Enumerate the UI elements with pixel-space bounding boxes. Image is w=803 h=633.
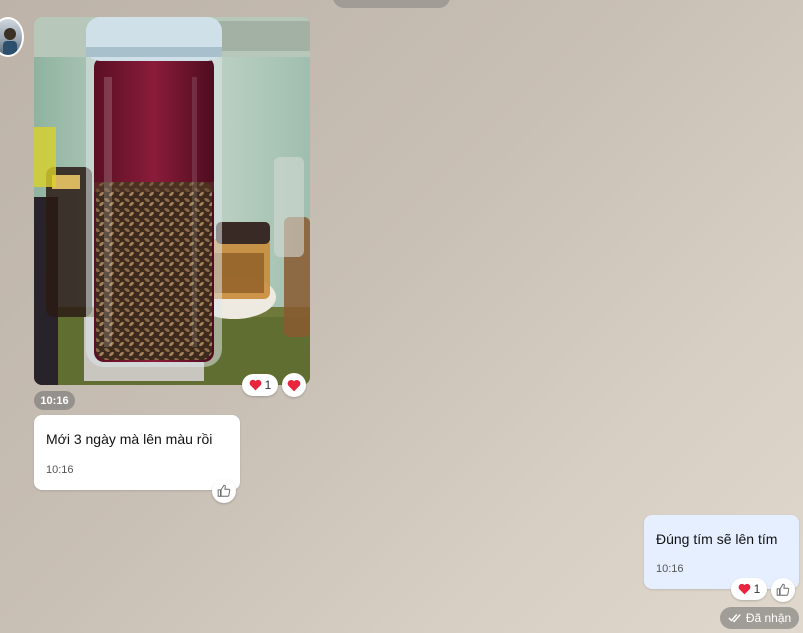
date-divider-pill (333, 0, 450, 8)
incoming-like-button[interactable] (212, 479, 236, 503)
incoming-message-bubble[interactable]: Mới 3 ngày mà lên màu rồi 10:16 (34, 415, 240, 490)
image-reaction-summary[interactable]: 1 (242, 374, 278, 396)
person-icon (3, 28, 17, 55)
photo-content (34, 17, 310, 385)
reaction-count: 1 (753, 582, 761, 596)
image-react-button[interactable] (282, 373, 306, 397)
message-time: 10:16 (46, 464, 74, 476)
outgoing-message-bubble[interactable]: Đúng tím sẽ lên tím 10:16 (644, 515, 799, 589)
outgoing-like-button[interactable] (771, 578, 795, 602)
heart-icon (249, 379, 262, 391)
message-text: Mới 3 ngày mà lên màu rồi (46, 431, 213, 447)
image-timestamp: 10:16 (34, 391, 75, 410)
image-message[interactable] (34, 17, 310, 385)
delivery-status: Đã nhận (720, 607, 799, 629)
thumbs-up-icon (776, 583, 790, 596)
outgoing-reaction-summary[interactable]: 1 (731, 578, 767, 600)
thumbs-up-icon (217, 484, 231, 497)
status-text: Đã nhận (745, 611, 792, 625)
sender-avatar[interactable] (0, 17, 24, 57)
heart-icon (738, 583, 751, 595)
heart-icon (287, 379, 301, 391)
message-time: 10:16 (656, 563, 684, 575)
double-check-icon (728, 614, 741, 623)
message-text: Đúng tím sẽ lên tím (656, 531, 778, 547)
reaction-count: 1 (264, 378, 272, 392)
